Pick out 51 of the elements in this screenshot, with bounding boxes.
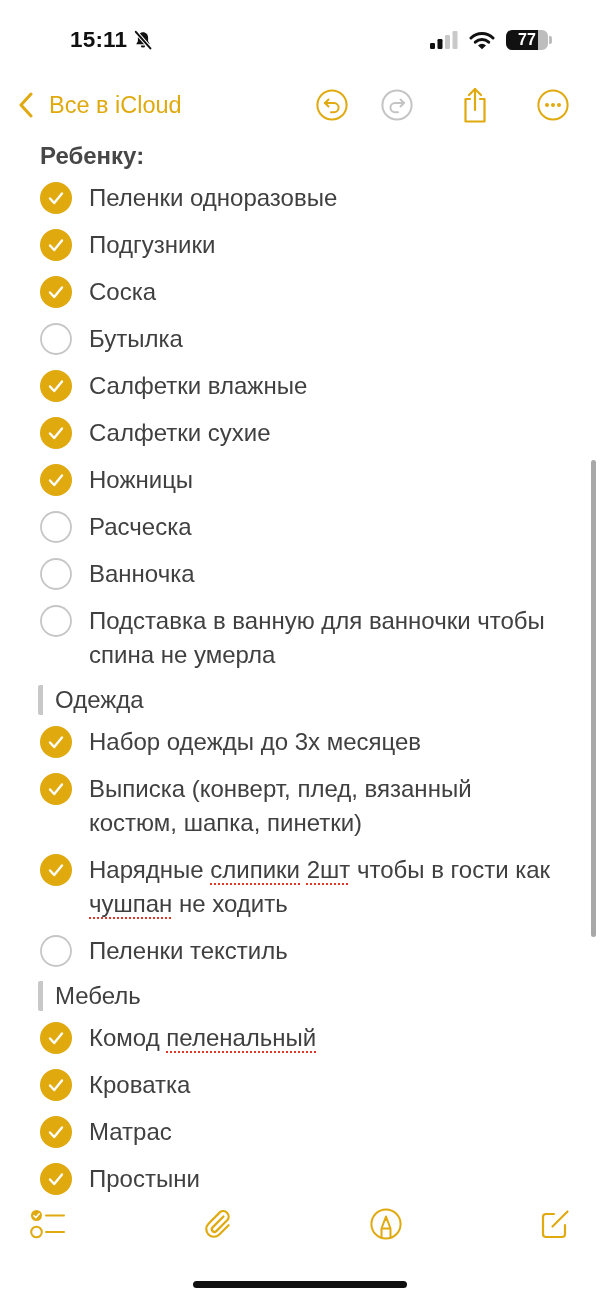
checklist-item-text: Комод пеленальный [89,1023,317,1053]
chevron-icon [18,92,34,118]
battery-percent: 77 [518,31,536,49]
checklist-item-text: Набор одежды до 3х месяцев [89,727,422,757]
checklist-item-text: Кроватка [89,1070,191,1100]
wifi-icon [469,30,495,50]
more-icon[interactable] [537,89,569,121]
checklist-item-text: Подгузники [89,230,216,260]
pen-icon[interactable] [370,1208,402,1240]
checklist-item-text: Салфетки сухие [89,418,271,448]
section-heading: Одежда [38,685,144,715]
checkbox[interactable] [40,229,72,261]
checklist-item-text: Простыни [89,1164,200,1194]
checkbox[interactable] [40,276,72,308]
checklist-item-text: Матрас [89,1117,172,1147]
checkbox[interactable] [40,511,72,543]
checklist-item-text: Салфетки влажные [89,371,308,401]
checklist-item-text: Бутылка [89,324,183,354]
undo-icon[interactable] [316,89,348,121]
status-time: 15:11 [70,27,128,53]
compose-icon[interactable] [540,1209,570,1239]
checklist-item-text: Пеленки одноразовые [89,183,338,213]
checklist-item-text: Пеленки текстиль [89,936,288,966]
checkbox[interactable] [40,323,72,355]
checkbox[interactable] [40,1022,72,1054]
checklist-item-text: Соска [89,277,157,307]
signal-icon [430,31,458,49]
back-button[interactable]: Все в iCloud [18,91,182,119]
checklist-icon[interactable] [30,1209,66,1239]
section-heading: Ребенку: [40,141,145,171]
checkbox[interactable] [40,464,72,496]
checkbox[interactable] [40,417,72,449]
checkbox[interactable] [40,1116,72,1148]
checkbox[interactable] [40,182,72,214]
checkbox[interactable] [40,370,72,402]
checkbox[interactable] [40,1069,72,1101]
checklist-item-text: Нарядные слипики 2шт чтобы в гости как чушпан не ходить [89,855,552,919]
checkbox[interactable] [40,558,72,590]
checkbox[interactable] [40,605,72,637]
checkbox[interactable] [40,1163,72,1195]
checklist-item-text: Расческа [89,512,192,542]
paperclip-icon[interactable] [204,1208,232,1240]
checklist-item-text: Выписка (конверт, плед, вязанный костюм, шапка, пинетки) [89,774,473,838]
checklist-item-text: Ножницы [89,465,194,495]
checkbox[interactable] [40,773,72,805]
section-heading: Мебель [38,981,141,1011]
checklist-item-text: Ванночка [89,559,195,589]
checkbox[interactable] [40,854,72,886]
checklist-item-text: Подставка в ванную для ванночки чтобы спина не умерла [89,606,546,670]
checkbox[interactable] [40,935,72,967]
checkbox[interactable] [40,726,72,758]
